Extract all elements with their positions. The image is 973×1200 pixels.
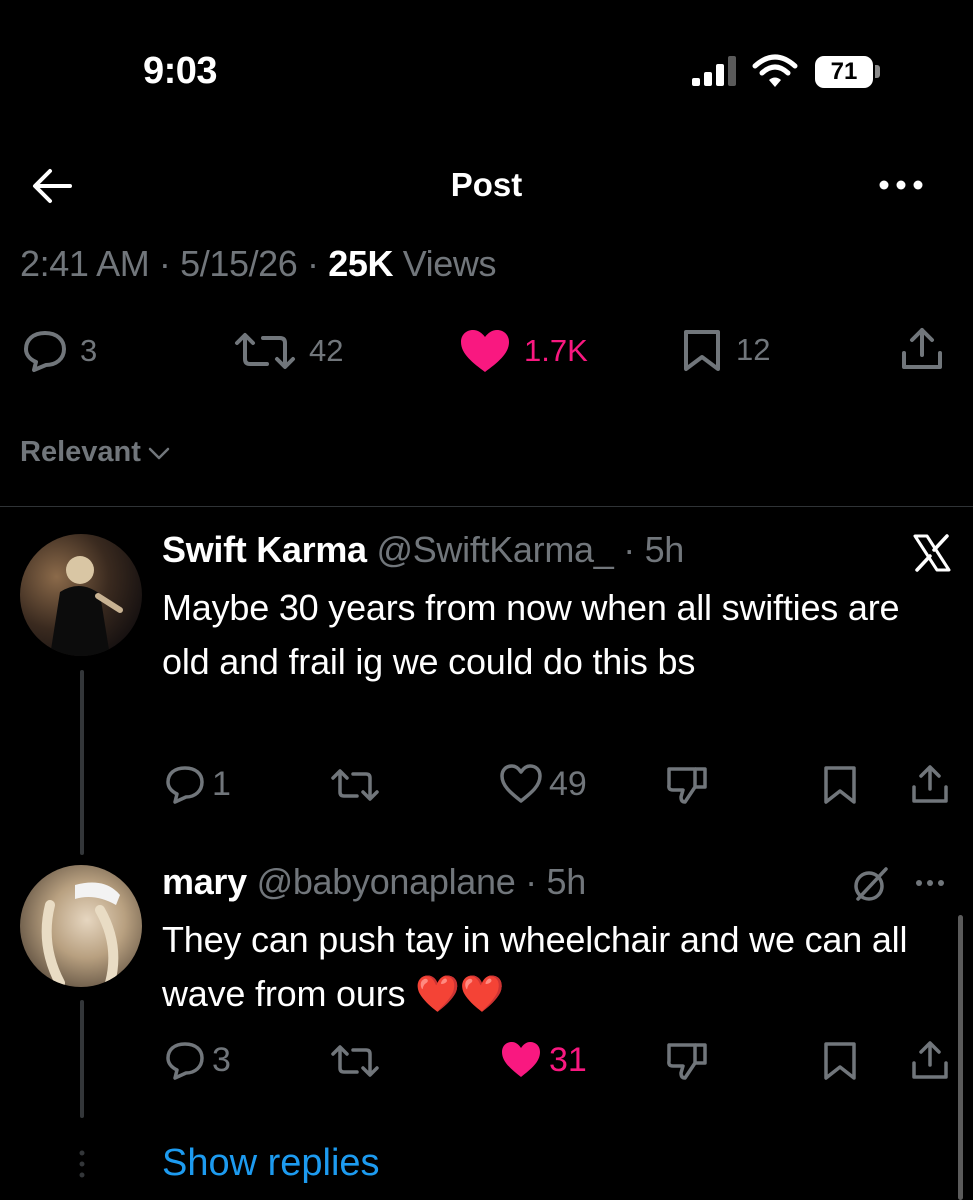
sort-dropdown[interactable]: Relevant (20, 436, 171, 469)
repost-button[interactable] (330, 767, 386, 803)
heart-outline-icon (500, 764, 542, 803)
meta-separator: · (525, 861, 547, 902)
battery-indicator: 71 (815, 56, 873, 88)
reply-count: 3 (80, 333, 98, 368)
chevron-down-icon (148, 447, 170, 459)
bookmark-button[interactable]: 12 (680, 328, 770, 372)
repost-button[interactable] (330, 1043, 386, 1079)
meta-separator: · (623, 529, 645, 570)
like-count: 1.7K (524, 333, 588, 368)
more-options-button[interactable] (878, 177, 924, 193)
post-date: 5/15/26 (180, 243, 298, 284)
reply-header: mary @babyonaplane · 5h (162, 861, 586, 903)
more-horizontal-icon (879, 180, 923, 190)
show-replies-link[interactable]: Show replies (162, 1142, 380, 1185)
heart-filled-icon (461, 330, 509, 372)
reply-header: Swift Karma @SwiftKarma_ · 5h (162, 529, 684, 571)
share-button[interactable] (910, 762, 950, 806)
status-time: 9:03 (143, 50, 218, 92)
battery-tip (875, 65, 880, 78)
reply-icon (24, 331, 66, 372)
dislike-button[interactable] (665, 1040, 709, 1082)
repost-icon (331, 1045, 379, 1077)
share-icon (902, 328, 942, 369)
author-name[interactable]: Swift Karma (162, 529, 367, 570)
thread-line (80, 670, 84, 855)
meta-separator: · (158, 243, 181, 284)
reply-count: 1 (212, 764, 231, 803)
meta-separator: · (307, 243, 329, 284)
grok-icon[interactable] (850, 865, 890, 905)
views-count: 25K (328, 243, 394, 284)
bookmark-button[interactable] (822, 1041, 858, 1081)
dislike-button[interactable] (665, 764, 709, 806)
more-options-button[interactable] (915, 878, 945, 888)
bookmark-icon (824, 766, 856, 804)
author-handle[interactable]: @babyonaplane (257, 861, 516, 902)
avatar[interactable] (20, 534, 142, 656)
repost-button[interactable]: 42 (233, 331, 343, 371)
wifi-icon (752, 54, 798, 90)
more-horizontal-icon (916, 880, 944, 886)
reply-text: They can push tay in wheelchair and we c… (162, 919, 908, 1014)
sort-label: Relevant (20, 436, 141, 468)
repost-count: 42 (309, 333, 344, 368)
scrollbar[interactable] (958, 915, 963, 1200)
post-meta: 2:41 AM · 5/15/26 · 25K Views (20, 243, 496, 285)
reply-age: 5h (644, 529, 685, 570)
cellular-signal-icon (690, 56, 738, 88)
thread-line (80, 1000, 84, 1118)
share-button[interactable] (900, 325, 944, 373)
like-count: 49 (549, 764, 587, 803)
post-time: 2:41 AM (20, 243, 150, 284)
share-button[interactable] (910, 1038, 950, 1082)
share-icon (912, 765, 948, 803)
reply-age: 5h (546, 861, 587, 902)
author-name[interactable]: mary (162, 861, 247, 902)
author-handle[interactable]: @SwiftKarma_ (376, 529, 613, 570)
share-icon (912, 1041, 948, 1079)
more-replies-dots (79, 1150, 85, 1178)
bookmark-icon (684, 330, 720, 371)
avatar[interactable] (20, 865, 142, 987)
heart-filled-icon (502, 1042, 540, 1077)
section-divider (0, 506, 973, 507)
like-button[interactable]: 31 (499, 1040, 587, 1080)
reply-text: Maybe 30 years from now when all swiftie… (162, 587, 900, 682)
like-count: 31 (549, 1040, 587, 1079)
bookmark-count: 12 (736, 332, 771, 367)
page-title: Post (450, 166, 523, 203)
reply-button[interactable]: 3 (22, 329, 97, 373)
like-button[interactable]: 1.7K (458, 328, 588, 374)
reply-button[interactable]: 1 (164, 764, 231, 804)
x-logo-icon (912, 533, 952, 573)
bookmark-icon (824, 1042, 856, 1080)
reply-button[interactable]: 3 (164, 1040, 231, 1080)
reply-count: 3 (212, 1040, 231, 1079)
reply-icon (166, 766, 204, 804)
thumbs-down-icon (667, 767, 707, 804)
bookmark-button[interactable] (822, 765, 858, 805)
thumbs-down-icon (667, 1043, 707, 1080)
like-button[interactable]: 49 (499, 764, 587, 804)
repost-icon (331, 769, 379, 801)
repost-icon (235, 333, 295, 369)
reply-icon (166, 1042, 204, 1080)
views-label: Views (402, 243, 497, 284)
